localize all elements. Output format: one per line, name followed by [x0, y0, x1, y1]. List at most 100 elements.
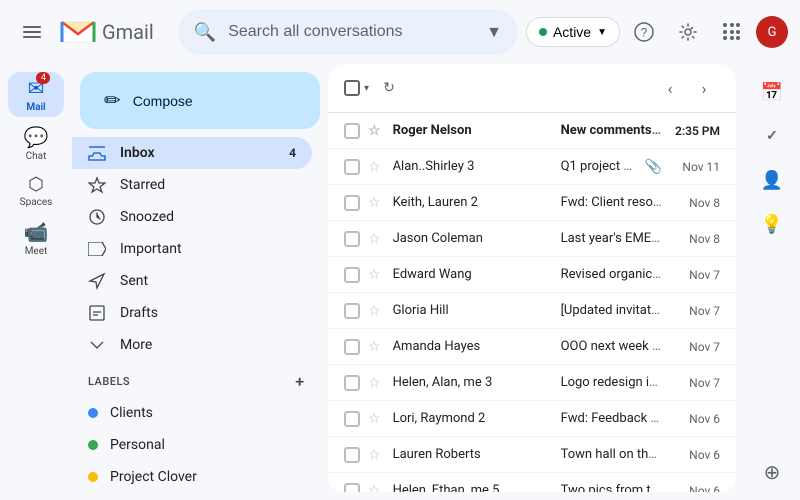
keep-panel-button[interactable]: 💡	[752, 204, 792, 244]
email-checkbox-6[interactable]	[344, 339, 360, 355]
email-checkbox-3[interactable]	[344, 231, 360, 247]
label-item-personal[interactable]: Personal	[72, 429, 312, 461]
more-icon	[88, 336, 108, 354]
nav-meet-item[interactable]: 📹 Meet	[8, 216, 64, 261]
email-star-9[interactable]: ☆	[368, 447, 381, 463]
tasks-panel-button[interactable]: ✓	[752, 116, 792, 156]
active-indicator-dot	[539, 28, 547, 36]
email-checkbox-1[interactable]	[344, 159, 360, 175]
select-dropdown-arrow[interactable]: ▾	[364, 83, 369, 94]
email-star-7[interactable]: ☆	[368, 375, 381, 391]
labels-list: Clients Personal Project Clover Project …	[72, 397, 328, 500]
calendar-panel-button[interactable]: 📅	[752, 72, 792, 112]
email-date-5: Nov 7	[670, 304, 720, 318]
email-subject-snippet-4: Revised organic search numbers — Hi, all…	[561, 267, 662, 282]
email-checkbox-9[interactable]	[344, 447, 360, 463]
email-row[interactable]: ☆ Amanda Hayes OOO next week — Hey, just…	[328, 329, 736, 365]
email-star-4[interactable]: ☆	[368, 267, 381, 283]
email-checkbox-7[interactable]	[344, 375, 360, 391]
nav-item-inbox[interactable]: Inbox 4	[72, 137, 312, 169]
search-input[interactable]	[228, 23, 478, 41]
email-row[interactable]: ☆ Edward Wang Revised organic search num…	[328, 257, 736, 293]
email-checkbox-2[interactable]	[344, 195, 360, 211]
label-item-clients[interactable]: Clients	[72, 397, 312, 429]
next-page-button[interactable]: ›	[688, 72, 720, 104]
nav-item-more[interactable]: More	[72, 329, 312, 361]
email-subject-snippet-3: Last year's EMEA strategy deck — Sending…	[561, 231, 662, 246]
email-sender-9: Lauren Roberts	[393, 447, 553, 462]
snoozed-label: Snoozed	[120, 209, 296, 225]
email-row[interactable]: ☆ Lori, Raymond 2 Fwd: Feedback on the n…	[328, 401, 736, 437]
prev-page-button[interactable]: ‹	[654, 72, 686, 104]
label-name-personal: Personal	[110, 437, 296, 453]
email-date-7: Nov 7	[670, 376, 720, 390]
email-subject-6: OOO next week	[561, 339, 649, 354]
email-checkbox-10[interactable]	[344, 483, 360, 493]
email-subject-snippet-7: Logo redesign ideas — Excellent. Do have…	[561, 375, 662, 390]
compose-button[interactable]: ✏ Compose	[80, 72, 320, 129]
settings-button[interactable]	[668, 12, 708, 52]
email-checkbox-5[interactable]	[344, 303, 360, 319]
email-row[interactable]: ☆ Lauren Roberts Town hall on the upcomi…	[328, 437, 736, 473]
email-checkbox-4[interactable]	[344, 267, 360, 283]
nav-mail-item[interactable]: ✉ 4 Mail	[8, 72, 64, 117]
email-subject-7: Logo redesign ideas	[561, 375, 662, 390]
search-bar[interactable]: 🔍 ▼	[178, 9, 518, 55]
label-item-project-clover[interactable]: Project Clover	[72, 461, 312, 493]
compose-icon: ✏	[104, 88, 121, 113]
email-row[interactable]: ☆ Helen, Ethan, me 5 Two pics from the c…	[328, 473, 736, 492]
add-panel-button[interactable]: ⊕	[752, 452, 792, 492]
sent-label: Sent	[120, 273, 296, 289]
help-button[interactable]: ?	[624, 12, 664, 52]
inbox-count: 4	[289, 146, 296, 160]
important-label: Important	[120, 241, 296, 257]
email-row[interactable]: ☆ Keith, Lauren 2 Fwd: Client resources …	[328, 185, 736, 221]
hamburger-button[interactable]	[12, 12, 52, 52]
email-row[interactable]: ☆ Alan..Shirley 3 Q1 project wrap-up — H…	[328, 149, 736, 185]
contacts-panel-button[interactable]: 👤	[752, 160, 792, 200]
email-sender-10: Helen, Ethan, me 5	[393, 483, 553, 492]
apps-button[interactable]	[712, 12, 752, 52]
attachment-icon-1: 📎	[645, 159, 662, 175]
main-layout: ✉ 4 Mail 💬 Chat ⬡ Spaces 📹 Meet ✏ C	[0, 64, 800, 500]
inbox-label: Inbox	[120, 145, 289, 161]
email-row[interactable]: ☆ Helen, Alan, me 3 Logo redesign ideas …	[328, 365, 736, 401]
email-star-5[interactable]: ☆	[368, 303, 381, 319]
email-star-3[interactable]: ☆	[368, 231, 381, 247]
email-row[interactable]: ☆ Roger Nelson New comments on MCR2020 d…	[328, 113, 736, 149]
nav-item-starred[interactable]: Starred	[72, 169, 312, 201]
email-checkbox-0[interactable]	[344, 123, 360, 139]
checkbox-all[interactable]	[344, 80, 360, 96]
email-star-10[interactable]: ☆	[368, 483, 381, 493]
email-star-1[interactable]: ☆	[368, 159, 381, 175]
email-star-8[interactable]: ☆	[368, 411, 381, 427]
email-subject-10: Two pics from the conference	[561, 483, 662, 492]
email-subject-9: Town hall on the upcoming merger	[561, 447, 662, 462]
email-star-0[interactable]: ☆	[368, 123, 381, 139]
refresh-button[interactable]: ↻	[373, 72, 405, 104]
label-name-project-clover: Project Clover	[110, 469, 296, 485]
snoozed-icon	[88, 208, 108, 226]
nav-item-important[interactable]: Important	[72, 233, 312, 265]
meet-icon: 📹	[24, 220, 49, 244]
email-subject-8: Fwd: Feedback on the new signup experien…	[561, 411, 662, 426]
email-star-6[interactable]: ☆	[368, 339, 381, 355]
email-row[interactable]: ☆ Jason Coleman Last year's EMEA strateg…	[328, 221, 736, 257]
nav-list: Inbox 4 Starred Snoozed Important Sent D…	[72, 137, 328, 361]
nav-item-snoozed[interactable]: Snoozed	[72, 201, 312, 233]
email-list: ☆ Roger Nelson New comments on MCR2020 d…	[328, 113, 736, 492]
label-item-project-dot[interactable]: Project Dot	[72, 493, 312, 500]
user-avatar[interactable]: G	[756, 16, 788, 48]
select-all-checkbox[interactable]: ▾	[344, 80, 369, 96]
email-checkbox-8[interactable]	[344, 411, 360, 427]
nav-item-drafts[interactable]: Drafts	[72, 297, 312, 329]
nav-item-sent[interactable]: Sent	[72, 265, 312, 297]
search-dropdown-icon[interactable]: ▼	[486, 22, 502, 42]
active-status-button[interactable]: Active ▼	[526, 17, 620, 47]
nav-spaces-item[interactable]: ⬡ Spaces	[8, 170, 64, 212]
add-label-button[interactable]: +	[288, 369, 312, 393]
nav-chat-item[interactable]: 💬 Chat	[8, 121, 64, 166]
email-star-2[interactable]: ☆	[368, 195, 381, 211]
email-row[interactable]: ☆ Gloria Hill [Updated invitation] Midwe…	[328, 293, 736, 329]
label-dot-personal	[88, 440, 98, 450]
